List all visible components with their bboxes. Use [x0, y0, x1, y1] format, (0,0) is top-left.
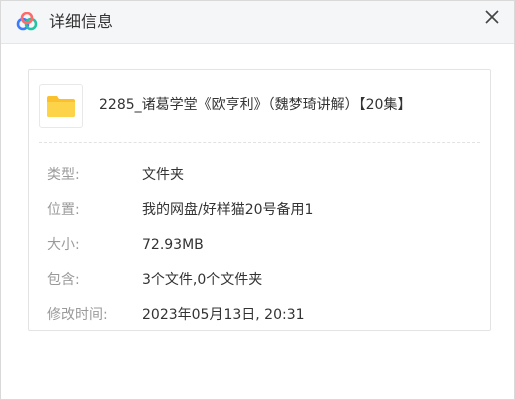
folder-thumbnail [39, 84, 83, 128]
close-icon [485, 10, 499, 24]
detail-value: 我的网盘/好样猫20号备用1 [142, 202, 314, 218]
cloud-logo-icon [15, 11, 39, 32]
close-button[interactable] [480, 5, 504, 29]
file-name: 2285_诸葛学堂《欧亨利》（魏梦琦讲解）【20集】 [99, 97, 412, 113]
detail-label: 类型: [47, 167, 80, 183]
dialog-title: 详细信息 [49, 12, 114, 31]
title-bar: 详细信息 [1, 1, 514, 44]
details-panel: 2285_诸葛学堂《欧亨利》（魏梦琦讲解）【20集】 类型: 文件夹 位置: 我… [28, 69, 491, 331]
divider [39, 142, 480, 143]
detail-label: 修改时间: [47, 307, 108, 323]
detail-value: 2023年05月13日, 20:31 [142, 307, 305, 323]
detail-label: 大小: [47, 237, 80, 253]
detail-label: 位置: [47, 202, 80, 218]
folder-icon [47, 96, 75, 117]
detail-label: 包含: [47, 272, 80, 288]
detail-value: 72.93MB [142, 237, 204, 253]
detail-value: 文件夹 [142, 167, 184, 183]
details-dialog: 详细信息 2285_诸葛学堂《欧亨利》（魏梦琦讲解）【20集】 类型: 文件夹 … [0, 0, 515, 400]
detail-value: 3个文件,0个文件夹 [142, 272, 263, 288]
